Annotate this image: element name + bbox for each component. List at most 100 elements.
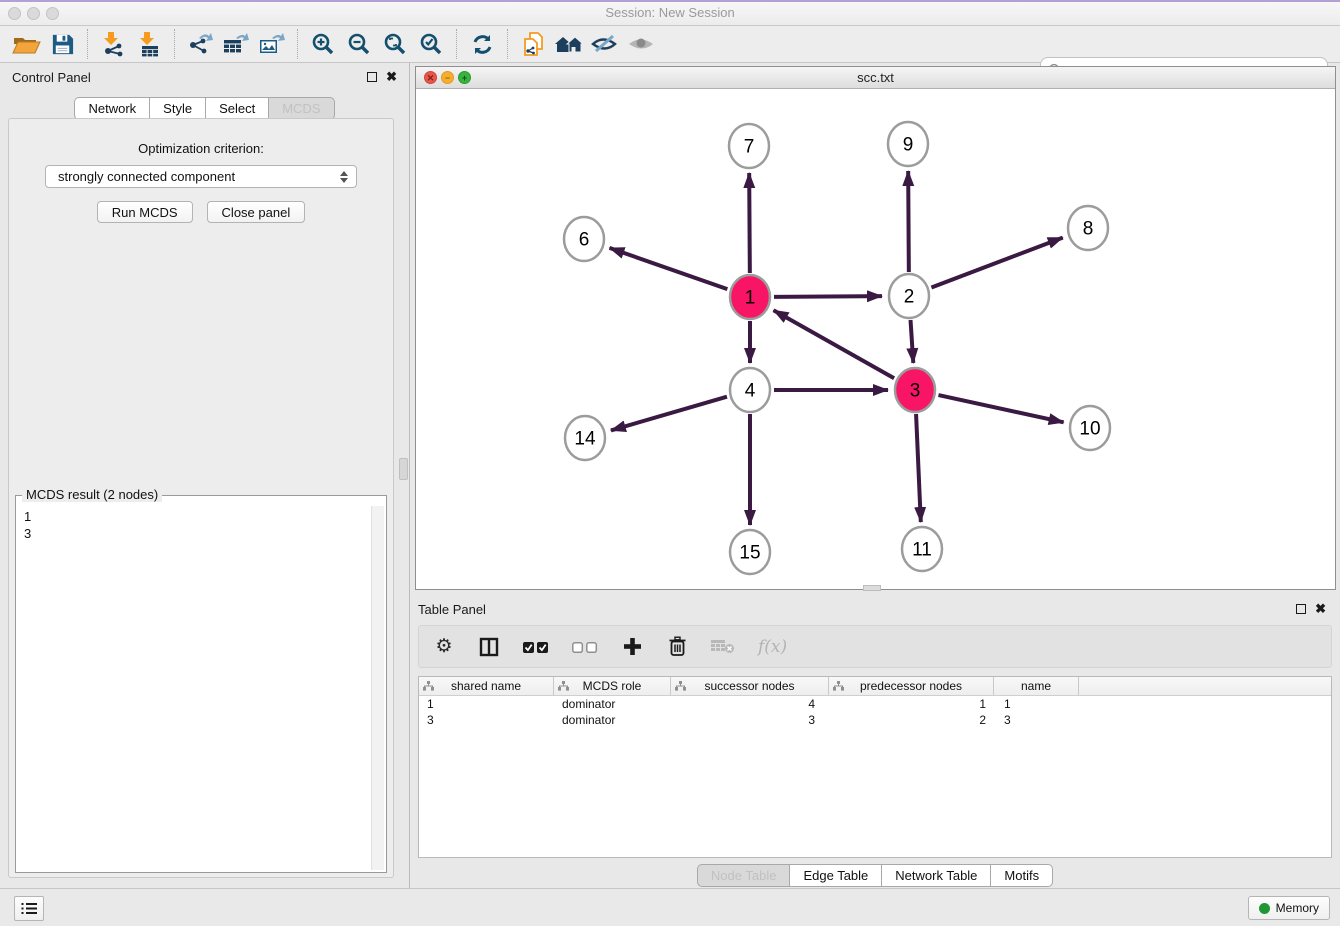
table-cell[interactable]: dominator <box>554 697 671 711</box>
mcds-panel: Optimization criterion: strongly connect… <box>8 118 394 878</box>
control-panel-tabs: NetworkStyleSelectMCDS <box>0 97 409 120</box>
table-row[interactable]: 1dominator411 <box>419 696 1331 712</box>
close-panel-icon[interactable]: ✖ <box>386 72 397 82</box>
split-columns-icon[interactable] <box>478 637 500 657</box>
table-cell[interactable]: 2 <box>829 713 994 727</box>
graph-node-label: 3 <box>910 381 921 402</box>
network-canvas[interactable]: 7968124314101511 <box>416 89 1335 589</box>
panel-splitter-grip[interactable] <box>399 458 408 480</box>
table-row[interactable]: 3dominator323 <box>419 712 1331 728</box>
export-image-icon[interactable] <box>254 28 290 60</box>
graph-edge-2-8[interactable] <box>931 238 1062 288</box>
tab-style[interactable]: Style <box>150 97 206 120</box>
graph-edge-3-10[interactable] <box>938 395 1063 422</box>
table-cell[interactable]: 3 <box>994 713 1079 727</box>
tab-network[interactable]: Network <box>74 97 150 120</box>
graph-edge-1-2[interactable] <box>774 296 882 297</box>
run-mcds-button[interactable]: Run MCDS <box>97 201 193 223</box>
zoom-out-icon[interactable] <box>341 28 377 60</box>
close-table-panel-icon[interactable]: ✖ <box>1315 604 1326 614</box>
list-icon <box>21 902 37 915</box>
hide-selected-eye-icon[interactable] <box>587 28 623 60</box>
table-cell[interactable]: 3 <box>419 713 554 727</box>
open-session-icon[interactable] <box>8 28 44 60</box>
column-header-label: MCDS role <box>583 679 642 693</box>
table-panel: Table Panel ✖ ⚙ <box>410 596 1340 888</box>
table-panel-tabs: Node TableEdge TableNetwork TableMotifs <box>410 864 1340 887</box>
settings-gear-icon[interactable]: ⚙ <box>433 637 455 656</box>
graph-edge-2-3[interactable] <box>911 320 914 363</box>
export-table-icon[interactable] <box>218 28 254 60</box>
result-scrollbar[interactable] <box>371 506 384 870</box>
graph-edge-3-1[interactable] <box>774 310 895 378</box>
table-cell[interactable]: 1 <box>994 697 1079 711</box>
export-network-icon[interactable] <box>182 28 218 60</box>
column-header-name[interactable]: name <box>994 677 1079 695</box>
column-header-MCDS-role[interactable]: MCDS role <box>554 677 671 695</box>
graph-node-label: 8 <box>1083 219 1094 240</box>
zoom-selected-icon[interactable] <box>413 28 449 60</box>
table-body: 1dominator4113dominator323 <box>419 696 1331 728</box>
tab-edge-table[interactable]: Edge Table <box>790 864 882 887</box>
table-cell[interactable]: 1 <box>419 697 554 711</box>
tab-motifs[interactable]: Motifs <box>991 864 1053 887</box>
delete-trash-icon[interactable] <box>666 636 688 657</box>
main-toolbar <box>0 26 1340 63</box>
close-panel-button[interactable]: Close panel <box>207 201 306 223</box>
float-table-panel-icon[interactable] <box>1296 604 1306 614</box>
table-cell[interactable]: 4 <box>671 697 829 711</box>
import-table-icon[interactable] <box>131 28 167 60</box>
graph-edge-1-6[interactable] <box>609 248 727 289</box>
column-header-label: name <box>1021 679 1051 693</box>
graph-node-label: 7 <box>744 137 755 158</box>
toolbar-separator <box>174 29 175 59</box>
graph-node-label: 2 <box>904 287 915 308</box>
toolbar-separator <box>87 29 88 59</box>
control-panel: Control Panel ✖ NetworkStyleSelectMCDS O… <box>0 63 409 888</box>
deselect-all-checkboxes-icon[interactable] <box>572 641 598 653</box>
graph-node-label: 6 <box>579 230 590 251</box>
table-cell[interactable]: 3 <box>671 713 829 727</box>
graph-edge-2-9[interactable] <box>908 171 909 272</box>
task-history-button[interactable] <box>14 896 44 921</box>
import-network-icon[interactable] <box>95 28 131 60</box>
zoom-in-icon[interactable] <box>305 28 341 60</box>
memory-label: Memory <box>1276 901 1319 915</box>
select-all-checkboxes-icon[interactable] <box>523 641 549 653</box>
node-table[interactable]: shared name MCDS role successor nodesprede… <box>418 676 1332 858</box>
graph-edge-4-14[interactable] <box>611 397 727 431</box>
graph-node-label: 9 <box>903 135 914 156</box>
memory-button[interactable]: Memory <box>1248 896 1330 920</box>
graph-svg[interactable]: 7968124314101511 <box>416 89 1335 589</box>
optimization-criterion-dropdown[interactable]: strongly connected component <box>45 165 357 188</box>
duplicate-network-view-icon[interactable] <box>515 28 551 60</box>
home-view-icon[interactable] <box>551 28 587 60</box>
window-title: Session: New Session <box>0 5 1340 20</box>
float-panel-icon[interactable] <box>367 72 377 82</box>
table-cell[interactable]: dominator <box>554 713 671 727</box>
save-session-icon[interactable] <box>44 28 80 60</box>
network-window-titlebar[interactable]: ✕ − + scc.txt <box>416 67 1335 89</box>
column-header-shared-name[interactable]: shared name <box>419 677 554 695</box>
graph-node-label: 4 <box>745 381 756 402</box>
tab-mcds[interactable]: MCDS <box>269 97 334 120</box>
network-view-window: ✕ − + scc.txt 7968124314101511 <box>415 66 1336 590</box>
delete-table-icon <box>711 639 735 654</box>
toolbar-separator <box>456 29 457 59</box>
mcds-result-list[interactable]: 13 <box>18 506 370 870</box>
tab-node-table[interactable]: Node Table <box>697 864 791 887</box>
column-header-predecessor-nodes[interactable]: predecessor nodes <box>829 677 994 695</box>
tab-network-table[interactable]: Network Table <box>882 864 991 887</box>
graph-edge-3-11[interactable] <box>916 414 921 522</box>
column-header-successor-nodes[interactable]: successor nodes <box>671 677 829 695</box>
tab-select[interactable]: Select <box>206 97 269 120</box>
window-resize-grip[interactable] <box>863 585 881 591</box>
graph-edge-1-7[interactable] <box>749 173 750 273</box>
dropdown-selected-value: strongly connected component <box>58 169 235 184</box>
zoom-fit-icon[interactable] <box>377 28 413 60</box>
add-column-icon[interactable] <box>621 637 643 656</box>
mcds-result-line: 3 <box>24 525 364 542</box>
refresh-icon[interactable] <box>464 28 500 60</box>
table-cell[interactable]: 1 <box>829 697 994 711</box>
show-eye-icon[interactable] <box>623 28 659 60</box>
